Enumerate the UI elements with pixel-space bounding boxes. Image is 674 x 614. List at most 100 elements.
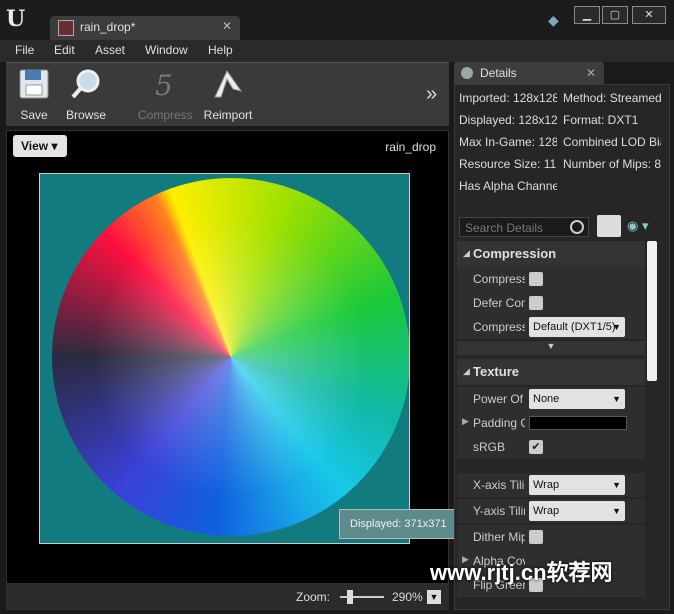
tab-title: rain_drop* [80,20,136,34]
info-method: Method: Streamed [563,91,661,105]
prop-srgb: sRGB ✔ [457,435,645,459]
section-texture[interactable]: ◢ Texture [457,359,645,385]
info-format: Format: DXT1 [563,113,639,127]
details-scrollbar[interactable] [647,241,657,381]
svg-text:5: 5 [155,69,173,101]
tab-close-icon[interactable]: ✕ [222,19,232,33]
dither-mip-alpha-checkbox[interactable] [529,530,543,544]
browse-icon [71,69,100,99]
search-details-input[interactable]: Search Details [459,217,589,237]
x-axis-tiling-dropdown[interactable]: Wrap ▼ [529,475,625,495]
prop-label: Y-axis Tiling Method [473,504,525,518]
asset-tab[interactable]: rain_drop* ✕ [50,16,240,40]
collapse-arrow-icon: ◢ [463,248,470,258]
collapse-arrow-icon: ◢ [463,366,470,376]
minimize-button[interactable]: ▁ [574,6,600,24]
section-title: Texture [473,364,519,379]
compress-without-alpha-checkbox[interactable] [529,272,543,286]
unreal-logo-icon: U [6,6,26,32]
prop-x-axis-tiling: X-axis Tiling Method Wrap ▼ [457,473,645,497]
info-num-mips: Number of Mips: 8 [563,157,661,171]
prop-padding-color: ▶ Padding Color [457,411,645,435]
power-of-two-dropdown[interactable]: None ▼ [529,389,625,409]
section-compression[interactable]: ◢ Compression [457,241,645,267]
view-button-label: View [21,139,49,153]
chevron-down-icon: ▼ [612,480,621,490]
dropdown-value: Wrap [533,479,560,491]
prop-dither-mip-alpha: Dither Mip Map Alpha [457,525,645,549]
browse-label: Browse [65,108,106,122]
save-icon [19,69,49,99]
asset-name: rain_drop [385,140,436,154]
close-window-button[interactable]: ✕ [632,6,666,24]
dropdown-value: None [533,393,560,405]
prop-label: Compression Settings [473,320,525,334]
help-icon[interactable]: ◆ [548,12,566,28]
details-icon [461,67,473,79]
title-bar: U rain_drop* ✕ ◆ ▁ ▢ ✕ [0,0,674,40]
info-imported: Imported: 128x128 [459,91,557,105]
compression-settings-dropdown[interactable]: Default (DXT1/5) ▼ [529,317,625,337]
toolbar-overflow-icon[interactable]: » [426,83,437,106]
menu-bar: File Edit Asset Window Help [0,40,674,62]
y-axis-tiling-dropdown[interactable]: Wrap ▼ [529,501,625,521]
expand-arrow-icon[interactable]: ▶ [462,416,469,427]
menu-asset[interactable]: Asset [95,43,125,57]
details-tab[interactable]: Details ✕ [454,62,604,84]
defer-compression-checkbox[interactable] [529,296,543,310]
compress-label: Compress [138,108,193,122]
details-close-icon[interactable]: ✕ [586,66,596,80]
toolbar: Save Browse 5 Compress Reimport » [6,62,449,126]
prop-compression-settings: Compression Settings Default (DXT1/5) ▼ [457,315,645,339]
chevron-down-icon: ▼ [612,322,621,332]
zoom-dropdown-icon[interactable]: ▼ [427,590,441,604]
texture-color-disc [52,178,409,536]
section-title: Compression [473,246,557,261]
prop-power-of-two-mode: Power Of Two Mode None ▼ [457,387,645,411]
info-max-in-game: Max In-Game: 128x128 [459,135,557,149]
zoom-bar: Zoom: 290% ▼ [6,584,449,610]
menu-file[interactable]: File [15,43,34,57]
zoom-label: Zoom: [296,590,331,604]
reimport-button[interactable]: Reimport [202,67,254,123]
menu-help[interactable]: Help [208,43,233,57]
reimport-label: Reimport [203,108,253,122]
search-placeholder: Search Details [465,221,544,235]
info-displayed: Displayed: 128x128 [459,113,557,127]
save-label: Save [20,108,48,122]
compress-button[interactable]: 5 Compress [138,67,193,123]
prop-compress-without-alpha: Compress Without Alpha [457,267,645,291]
padding-color-swatch[interactable] [529,416,627,430]
eye-icon[interactable]: ◉ ▾ [627,218,657,234]
menu-edit[interactable]: Edit [54,43,75,57]
prop-y-axis-tiling: Y-axis Tiling Method Wrap ▼ [457,499,645,523]
prop-label: Padding Color [473,416,525,430]
maximize-button[interactable]: ▢ [602,6,628,24]
prop-label: Dither Mip Map Alpha [473,530,525,544]
watermark-text: www.rjtj.cn软荐网 [430,560,613,585]
property-matrix-button[interactable] [597,215,621,237]
prop-label: X-axis Tiling Method [473,478,525,492]
srgb-checkbox[interactable]: ✔ [529,440,543,454]
details-title: Details [480,66,517,80]
dropdown-value: Default (DXT1/5) [533,321,616,333]
menu-window[interactable]: Window [145,43,188,57]
zoom-slider-handle[interactable] [347,590,353,604]
view-dropdown[interactable]: View ▾ [13,135,67,157]
texture-preview [39,173,410,544]
info-resource-size: Resource Size: 11 [459,157,557,171]
search-icon [570,220,584,234]
prop-defer-compression: Defer Compression [457,291,645,315]
details-panel: Imported: 128x128 Method: Streamed Displ… [454,84,670,610]
texture-asset-icon [58,20,74,36]
save-button[interactable]: Save [8,67,60,123]
chevron-down-icon: ▼ [612,506,621,516]
prop-label: sRGB [473,440,506,454]
dropdown-value: Wrap [533,505,560,517]
advanced-expand-icon[interactable]: ▼ [457,341,645,355]
texture-viewport[interactable]: View ▾ rain_drop Displayed: 371x371 [6,130,455,584]
browse-button[interactable]: Browse [60,67,112,123]
prop-label: Power Of Two Mode [473,392,525,406]
reimport-icon [214,70,243,98]
prop-label: Compress Without Alpha [473,272,525,286]
